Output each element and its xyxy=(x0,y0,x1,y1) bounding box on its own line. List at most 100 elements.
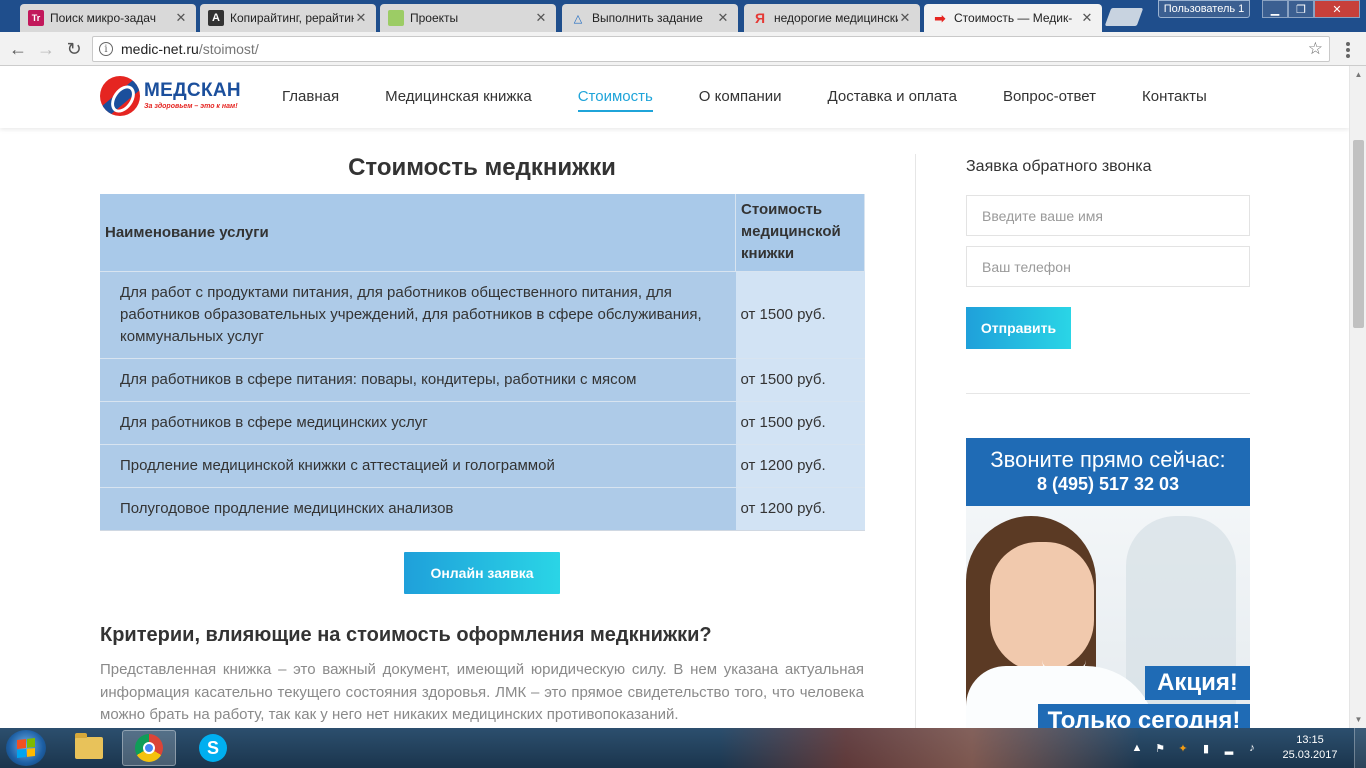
taskbar-explorer[interactable] xyxy=(62,730,116,766)
tab-favicon-icon: Tr xyxy=(28,10,44,26)
reload-icon[interactable]: ↻ xyxy=(62,37,86,61)
tab-favicon-icon: ➡ xyxy=(934,9,946,26)
browser-tab[interactable]: Проекты ✕ xyxy=(380,4,556,32)
signal-icon[interactable]: ▂ xyxy=(1222,741,1236,755)
site-logo[interactable]: МЕДСКАН За здоровьем – это к нам! xyxy=(100,76,245,118)
url-path: /stoimost/ xyxy=(198,41,259,57)
banner-header: Звоните прямо сейчас: 8 (495) 517 32 03 xyxy=(966,438,1250,506)
url-host: medic-net.ru xyxy=(121,41,199,57)
browser-toolbar: ← → ↻ i medic-net.ru/stoimost/ ☆ xyxy=(0,32,1366,66)
nav-item-home[interactable]: Главная xyxy=(282,66,339,128)
banner-promo-label: Акция! xyxy=(1145,666,1250,700)
profile-button[interactable]: Пользователь 1 xyxy=(1158,0,1250,18)
nav-item-faq[interactable]: Вопрос-ответ xyxy=(1003,66,1096,128)
tray-app-icon[interactable]: ✦ xyxy=(1176,741,1190,755)
volume-icon[interactable]: ♪ xyxy=(1245,741,1259,755)
table-header-row: Наименование услуги Стоимость медицинско… xyxy=(100,194,865,271)
nav-item-medical-book[interactable]: Медицинская книжка xyxy=(385,66,532,128)
start-button[interactable] xyxy=(6,730,46,766)
price-cell: от 1500 руб. xyxy=(735,270,865,358)
submit-button[interactable]: Отправить xyxy=(966,307,1071,349)
info-icon[interactable]: i xyxy=(99,42,113,56)
close-window-icon[interactable]: ✕ xyxy=(1314,0,1360,18)
table-row: Для работ с продуктами питания, для рабо… xyxy=(100,270,865,358)
name-input[interactable]: Введите ваше имя xyxy=(966,195,1250,236)
action-center-flag-icon[interactable]: ⚑ xyxy=(1153,741,1167,755)
scroll-up-icon[interactable]: ▲ xyxy=(1350,66,1366,83)
maximize-icon[interactable]: ❐ xyxy=(1288,0,1314,18)
browser-tab[interactable]: Tr Поиск микро-задач ✕ xyxy=(20,4,196,32)
banner-call-text: Звоните прямо сейчас: xyxy=(990,447,1226,472)
table-row: Для работников в сфере питания: повары, … xyxy=(100,357,865,401)
bookmark-star-icon[interactable]: ☆ xyxy=(1308,39,1323,59)
new-tab-button[interactable] xyxy=(1104,8,1144,26)
nav-item-contacts[interactable]: Контакты xyxy=(1142,66,1207,128)
nav-item-about[interactable]: О компании xyxy=(699,66,782,128)
skype-icon: S xyxy=(199,734,227,762)
tab-favicon-icon: Я xyxy=(754,10,766,26)
price-cell: от 1200 руб. xyxy=(735,486,865,531)
table-row: Для работников в сфере медицинских услуг… xyxy=(100,400,865,444)
browser-tab-strip: Tr Поиск микро-задач ✕ A Копирайтинг, ре… xyxy=(0,0,1366,32)
online-request-button[interactable]: Онлайн заявка xyxy=(404,552,560,594)
logo-tagline: За здоровьем – это к нам! xyxy=(144,103,238,110)
nav-item-delivery[interactable]: Доставка и оплата xyxy=(828,66,957,128)
folder-icon xyxy=(75,733,103,759)
taskbar-skype[interactable]: S xyxy=(186,730,240,766)
browser-tab[interactable]: △ Выполнить задание ✕ xyxy=(562,4,738,32)
scrollbar-thumb[interactable] xyxy=(1353,140,1364,328)
browser-tab-active[interactable]: ➡ Стоимость — Медик- ✕ xyxy=(924,4,1102,32)
price-cell: от 1500 руб. xyxy=(735,357,865,401)
back-icon[interactable]: ← xyxy=(6,37,30,61)
price-table: Наименование услуги Стоимость медицинско… xyxy=(100,194,865,531)
tab-close-icon[interactable]: ✕ xyxy=(174,10,188,26)
table-row: Продление медицинской книжки с аттестаци… xyxy=(100,443,865,487)
tab-title: Копирайтинг, рерайтинг xyxy=(230,11,354,25)
battery-icon[interactable]: ▮ xyxy=(1199,741,1213,755)
page-viewport: МЕДСКАН За здоровьем – это к нам! Главна… xyxy=(0,66,1366,728)
price-cell: от 1200 руб. xyxy=(735,443,865,487)
service-cell: Для работ с продуктами питания, для рабо… xyxy=(100,270,736,358)
sidebar-divider xyxy=(966,393,1250,394)
clock-date: 25.03.2017 xyxy=(1282,749,1338,761)
taskbar-chrome[interactable] xyxy=(122,730,176,766)
page-title: Стоимость медкнижки xyxy=(348,154,616,181)
callback-form-title: Заявка обратного звонка xyxy=(966,158,1152,175)
system-tray: ▲ ⚑ ✦ ▮ ▂ ♪ xyxy=(1130,728,1259,768)
service-cell: Для работников в сфере питания: повары, … xyxy=(100,357,736,401)
browser-menu-icon[interactable] xyxy=(1338,40,1358,60)
tab-close-icon[interactable]: ✕ xyxy=(354,10,368,26)
promo-banner[interactable]: Звоните прямо сейчас: 8 (495) 517 32 03 … xyxy=(966,438,1250,728)
forward-icon[interactable]: → xyxy=(34,37,58,61)
price-cell: от 1500 руб. xyxy=(735,400,865,444)
show-desktop-button[interactable] xyxy=(1354,728,1366,768)
service-cell: Продление медицинской книжки с аттестаци… xyxy=(100,443,736,487)
scroll-down-icon[interactable]: ▼ xyxy=(1350,711,1366,728)
address-bar[interactable]: i medic-net.ru/stoimost/ ☆ xyxy=(92,36,1330,62)
table-row: Полугодовое продление медицинских анализ… xyxy=(100,486,865,531)
browser-tab[interactable]: Я недорогие медицинские ✕ xyxy=(744,4,920,32)
phone-input[interactable]: Ваш телефон xyxy=(966,246,1250,287)
tab-close-icon[interactable]: ✕ xyxy=(716,10,730,26)
tab-title: Поиск микро-задач xyxy=(50,11,156,25)
service-cell: Полугодовое продление медицинских анализ… xyxy=(100,486,736,531)
banner-phone: 8 (495) 517 32 03 xyxy=(1036,474,1180,494)
nav-item-pricing[interactable]: Стоимость xyxy=(577,66,653,128)
logo-name: МЕДСКАН xyxy=(144,80,241,101)
tab-close-icon[interactable]: ✕ xyxy=(898,10,912,26)
browser-tab[interactable]: A Копирайтинг, рерайтинг ✕ xyxy=(200,4,376,32)
tab-favicon-icon: △ xyxy=(573,12,583,25)
windows-taskbar: S ▲ ⚑ ✦ ▮ ▂ ♪ 13:15 25.03.2017 xyxy=(0,728,1366,768)
banner-promo-today: Только сегодня! xyxy=(1038,704,1250,728)
tab-close-icon[interactable]: ✕ xyxy=(534,10,548,26)
minimize-icon[interactable]: ▁ xyxy=(1262,0,1288,18)
tab-favicon-icon xyxy=(388,10,404,26)
clock-time: 13:15 xyxy=(1296,734,1324,746)
service-cell: Для работников в сфере медицинских услуг xyxy=(100,400,736,444)
tab-favicon-icon: A xyxy=(208,10,224,26)
tray-expand-icon[interactable]: ▲ xyxy=(1130,741,1144,755)
tab-close-icon[interactable]: ✕ xyxy=(1080,10,1094,26)
page-scrollbar[interactable]: ▲ ▼ xyxy=(1349,66,1366,728)
tab-title: Выполнить задание xyxy=(592,11,703,25)
system-clock[interactable]: 13:15 25.03.2017 xyxy=(1282,733,1338,763)
